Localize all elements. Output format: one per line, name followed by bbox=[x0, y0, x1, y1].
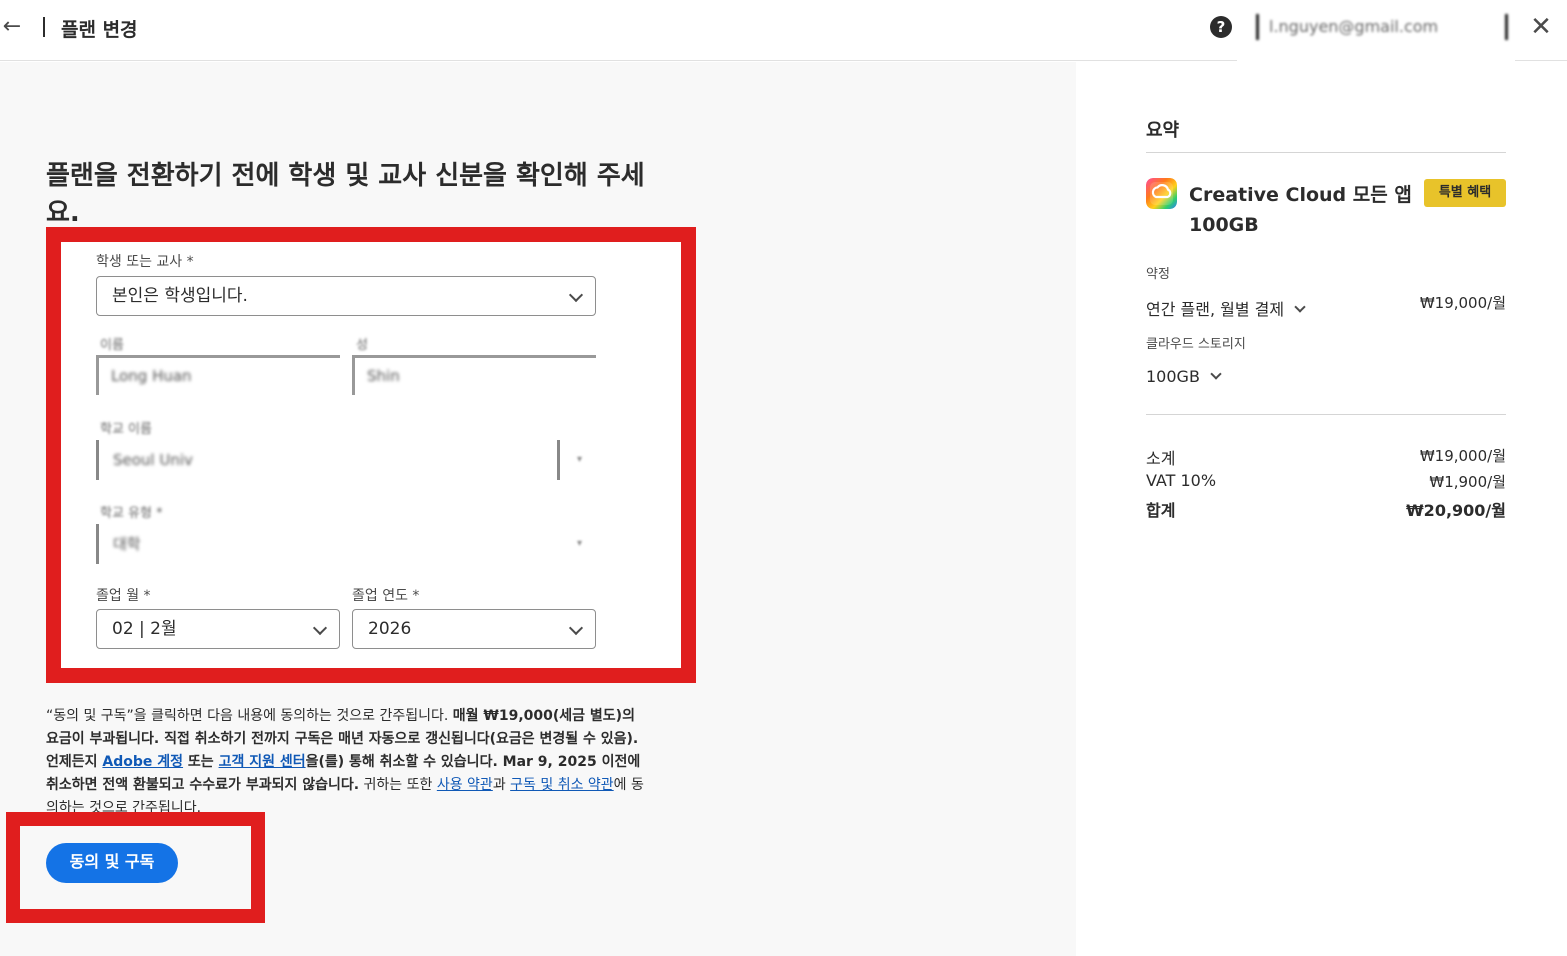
commitment-dropdown[interactable]: 연간 플랜, 월별 결제 bbox=[1146, 296, 1306, 320]
header-mask bbox=[1237, 50, 1515, 64]
page-title: 플랜 변경 bbox=[61, 19, 138, 41]
first-name-field[interactable]: Long Huan bbox=[96, 355, 340, 395]
summary-title: 요약 bbox=[1146, 120, 1180, 141]
chevron-down-icon bbox=[568, 620, 584, 636]
grad-month-value: 02 | 2월 bbox=[112, 619, 177, 639]
legal-text-bold: 또는 bbox=[183, 754, 219, 770]
help-icon[interactable]: ? bbox=[1210, 16, 1232, 38]
commitment-price: ₩19,000/월 bbox=[1419, 294, 1506, 312]
header-divider bbox=[43, 17, 45, 37]
first-name-value: Long Huan bbox=[111, 367, 192, 385]
grad-year-value: 2026 bbox=[368, 619, 412, 639]
total-value: ₩20,900/월 bbox=[1406, 501, 1506, 520]
grad-year-label: 졸업 연도 * bbox=[352, 588, 420, 604]
summary-divider bbox=[1146, 152, 1506, 153]
adobe-account-link[interactable]: Adobe 계정 bbox=[102, 754, 183, 770]
total-label: 합계 bbox=[1146, 501, 1176, 520]
chevron-down-icon bbox=[568, 287, 584, 303]
grad-month-select[interactable]: 02 | 2월 bbox=[96, 609, 340, 649]
storage-dropdown[interactable]: 100GB bbox=[1146, 367, 1222, 386]
role-label: 학생 또는 교사 * bbox=[96, 254, 194, 270]
vat-label: VAT 10% bbox=[1146, 471, 1217, 490]
terms-of-use-link[interactable]: 사용 약관 bbox=[437, 777, 493, 793]
school-label: 학교 이름 bbox=[100, 422, 152, 437]
legal-text-part: “동의 및 구독”을 클릭하면 다음 내용에 동의하는 것으로 간주됩니다. bbox=[46, 708, 453, 724]
legal-terms-text: “동의 및 구독”을 클릭하면 다음 내용에 동의하는 것으로 간주됩니다. 매… bbox=[46, 705, 646, 812]
school-type-value: 대학 bbox=[113, 535, 141, 553]
subtotal-label: 소계 bbox=[1146, 449, 1176, 468]
role-select[interactable]: 본인은 학생입니다. bbox=[96, 276, 596, 316]
subtotal-value: ₩19,000/월 bbox=[1419, 447, 1506, 465]
last-name-value: Shin bbox=[367, 367, 400, 385]
storage-label: 클라우드 스토리지 bbox=[1146, 337, 1246, 352]
school-select-separator bbox=[557, 440, 560, 480]
product-name: Creative Cloud 모든 앱 100GB bbox=[1189, 184, 1412, 236]
role-select-value: 본인은 학생입니다. bbox=[112, 286, 248, 306]
promo-badge: 특별 혜택 bbox=[1424, 179, 1506, 207]
chevron-down-icon bbox=[1210, 368, 1222, 380]
storage-value: 100GB bbox=[1146, 367, 1200, 386]
chevron-down-icon: ▾ bbox=[576, 538, 582, 549]
last-name-label: 성 bbox=[356, 338, 368, 353]
school-value: Seoul Univ bbox=[113, 451, 193, 469]
first-name-label: 이름 bbox=[100, 338, 124, 353]
chevron-down-icon bbox=[1294, 301, 1306, 313]
chevron-down-icon bbox=[312, 620, 328, 636]
legal-text-part: 귀하는 또한 bbox=[359, 777, 437, 793]
close-icon[interactable]: ✕ bbox=[1528, 12, 1554, 42]
agree-subscribe-button[interactable]: 동의 및 구독 bbox=[46, 843, 178, 883]
school-type-label: 학교 유형 * bbox=[100, 506, 163, 521]
chevron-down-icon: ▾ bbox=[576, 454, 582, 465]
creative-cloud-icon bbox=[1146, 178, 1177, 209]
school-type-select[interactable]: 대학 ▾ bbox=[96, 524, 596, 564]
subscription-terms-link[interactable]: 구독 및 취소 약관 bbox=[510, 777, 614, 793]
grad-month-label: 졸업 월 * bbox=[96, 588, 151, 604]
school-select[interactable]: Seoul Univ ▾ bbox=[96, 440, 596, 480]
back-arrow-icon[interactable]: ← bbox=[0, 14, 24, 40]
commitment-label: 약정 bbox=[1146, 267, 1170, 282]
grad-year-select[interactable]: 2026 bbox=[352, 609, 596, 649]
verification-heading: 플랜을 전환하기 전에 학생 및 교사 신분을 확인해 주세요. bbox=[46, 161, 645, 228]
summary-divider bbox=[1146, 414, 1506, 415]
legal-text-part: 과 bbox=[492, 777, 511, 793]
support-center-link[interactable]: 고객 지원 센터 bbox=[219, 754, 306, 770]
vat-value: ₩1,900/월 bbox=[1429, 473, 1506, 491]
last-name-field[interactable]: Shin bbox=[352, 355, 596, 395]
commitment-value: 연간 플랜, 월별 결제 bbox=[1146, 300, 1285, 319]
user-email: l.nguyen@gmail.com bbox=[1256, 14, 1508, 40]
